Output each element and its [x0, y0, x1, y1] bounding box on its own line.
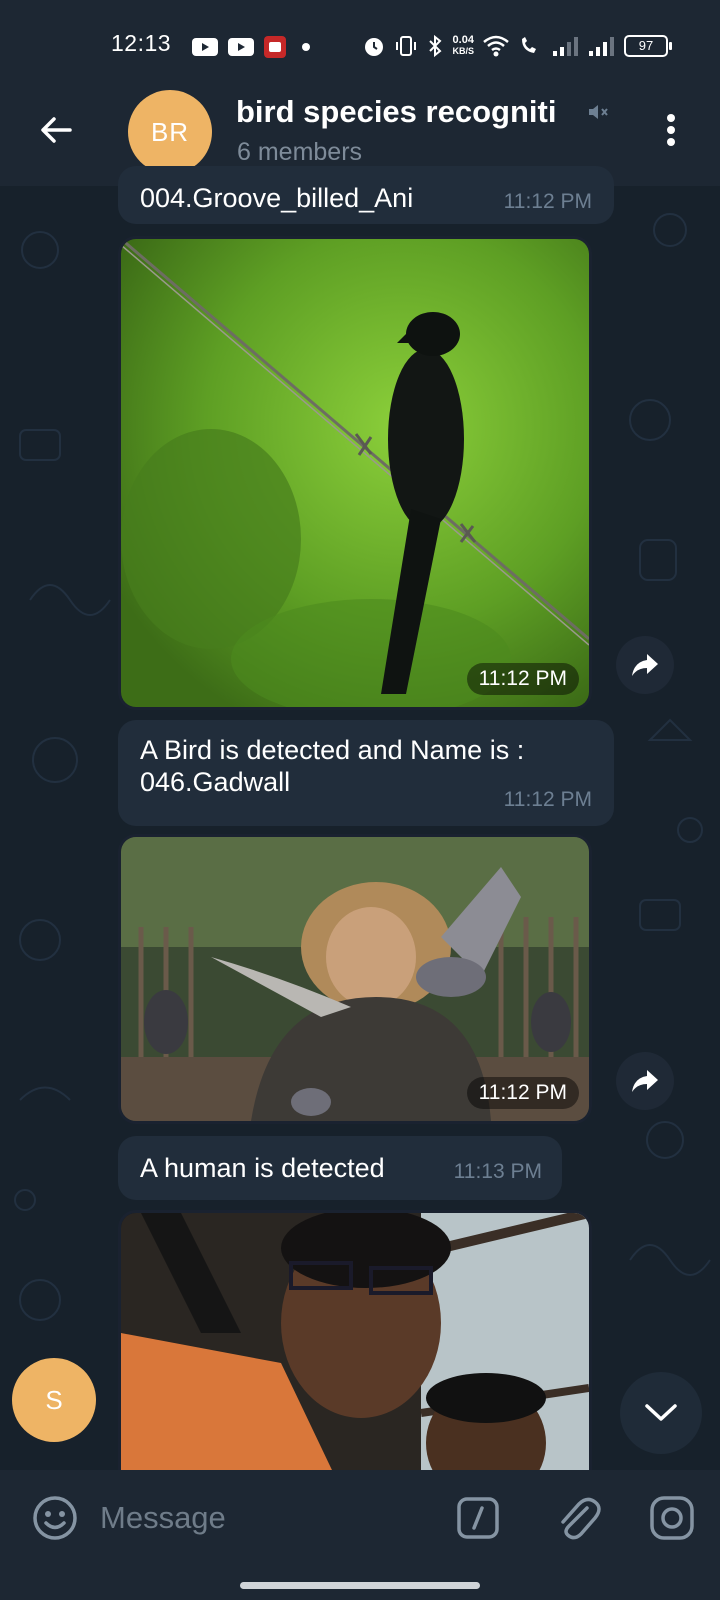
message-bubble[interactable]: A Bird is detected and Name is : 046.Gad…	[118, 720, 614, 826]
home-gesture-handle[interactable]	[240, 1582, 480, 1589]
photo-time: 11:12 PM	[466, 1077, 579, 1109]
message-text: 004.Groove_billed_Ani	[140, 183, 414, 213]
youtube-icon	[228, 38, 254, 56]
scroll-down-button[interactable]	[620, 1372, 702, 1454]
camera-icon[interactable]	[648, 1494, 696, 1542]
message-input-bar	[0, 1470, 720, 1570]
signal-icon	[553, 37, 578, 56]
vibrate-icon	[396, 36, 417, 56]
chat-title[interactable]: bird species recogniti	[236, 94, 606, 130]
signal-icon	[589, 37, 614, 56]
sender-avatar[interactable]: S	[12, 1358, 96, 1442]
system-nav-bar	[0, 1570, 720, 1600]
bird-photo	[121, 239, 589, 707]
status-notification-icons	[192, 32, 316, 62]
forward-icon	[632, 1070, 658, 1092]
forward-button[interactable]	[616, 1052, 674, 1110]
message-photo[interactable]: 11:12 PM	[118, 834, 592, 1124]
wifi-calling-icon	[522, 37, 536, 53]
wifi-icon	[483, 35, 509, 57]
status-system-icons: 0.04 KB/S 97	[362, 34, 672, 58]
youtube-icon	[192, 38, 218, 56]
forward-icon	[632, 654, 658, 676]
dot-icon	[302, 43, 310, 51]
alarm-icon	[365, 38, 384, 56]
message-bubble[interactable]: 004.Groove_billed_Ani 11:12 PM	[118, 166, 614, 224]
group-avatar[interactable]: BR	[128, 90, 212, 174]
message-photo[interactable]: 11:12 PM	[118, 236, 592, 710]
message-text: A human is detected	[140, 1153, 385, 1183]
status-bar: 12:13 0.04 KB/S 97	[0, 0, 720, 88]
selfie-photo	[121, 1213, 589, 1483]
message-input[interactable]	[100, 1492, 420, 1544]
photo-time: 11:12 PM	[466, 663, 579, 695]
muted-icon	[589, 105, 608, 119]
attach-icon[interactable]	[553, 1492, 601, 1544]
message-bubble[interactable]: A human is detected 11:13 PM	[118, 1136, 562, 1200]
bot-command-icon[interactable]	[456, 1496, 500, 1540]
message-time: 11:13 PM	[453, 1160, 542, 1183]
emoji-icon[interactable]	[31, 1494, 79, 1542]
bluetooth-icon	[429, 34, 442, 58]
message-text: A Bird is detected and Name is : 046.Gad…	[140, 735, 525, 797]
message-time: 11:12 PM	[503, 190, 592, 213]
chevron-down-icon	[645, 1404, 677, 1421]
battery-indicator: 97	[624, 35, 672, 57]
app-notification-icon	[264, 36, 286, 58]
more-vert-icon[interactable]	[656, 110, 686, 150]
back-arrow-icon[interactable]	[36, 110, 76, 150]
message-photo[interactable]	[118, 1210, 592, 1486]
network-speed: 0.04 KB/S	[452, 34, 474, 57]
chat-subtitle: 6 members	[237, 138, 363, 166]
message-time: 11:12 PM	[503, 788, 592, 811]
forward-button[interactable]	[616, 636, 674, 694]
status-time: 12:13	[111, 30, 172, 56]
